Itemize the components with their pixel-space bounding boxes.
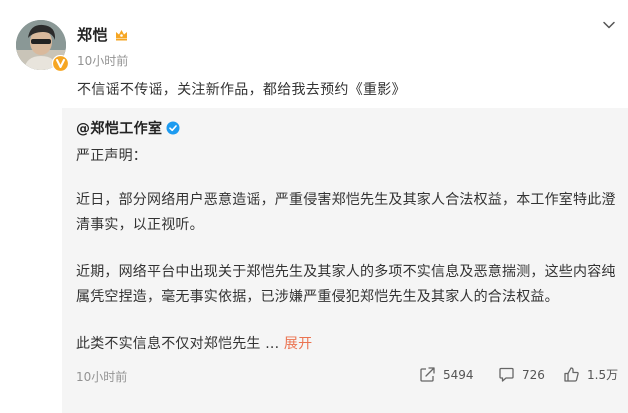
post-text: 不信谣不传谣，关注新作品，都给我去预约《重影》 (77, 82, 406, 98)
avatar[interactable] (16, 20, 69, 72)
author: 郑恺 (77, 24, 129, 45)
statement-paragraph-1-line-1: 近日，部分网络用户恶意造谣，严重侵害郑恺先生及其家人合法权益，本工作室特此澄 (76, 192, 616, 208)
comment-icon (499, 367, 514, 382)
repost-author: @郑恺工作室 (76, 118, 180, 138)
ellipsis: ... (265, 336, 280, 352)
share-icon (420, 367, 435, 382)
weibo-post-card: 郑恺 10小时前 不信谣不传谣，关注新作品，都给我去预约《重影》 @郑恺工作室 … (0, 0, 628, 413)
statement-title: 严正声明： (76, 148, 147, 164)
share-count: 5494 (443, 367, 474, 382)
verified-badge-icon (52, 55, 69, 72)
statement-paragraph-2-line-2: 属凭空捏造，毫无事实依据，已涉嫌严重侵犯郑恺先生及其家人的合法权益。 (76, 289, 559, 305)
chevron-down-icon[interactable] (601, 17, 617, 33)
post-timestamp[interactable]: 10小时前 (77, 52, 128, 69)
comment-button[interactable]: 726 (498, 366, 545, 383)
share-button[interactable]: 5494 (419, 366, 474, 383)
reposted-content[interactable]: @郑恺工作室 严正声明： 近日，部分网络用户恶意造谣，严重侵害郑恺先生及其家人合… (62, 108, 628, 413)
expand-link[interactable]: 展开 (284, 336, 312, 352)
like-button[interactable]: 1.5万 (563, 366, 618, 383)
repost-author-name[interactable]: @郑恺工作室 (76, 118, 162, 138)
crown-icon[interactable] (114, 27, 129, 42)
author-name[interactable]: 郑恺 (77, 24, 108, 45)
statement-paragraph-2-line-1: 近期，网络平台中出现关于郑恺先生及其家人的多项不实信息及恶意揣测，这些内容纯 (76, 264, 616, 280)
repost-timestamp[interactable]: 10小时前 (76, 368, 127, 385)
statement-paragraph-3-text: 此类不实信息不仅对郑恺先生 (76, 336, 261, 352)
like-count: 1.5万 (587, 368, 619, 382)
comment-count: 726 (522, 367, 545, 382)
statement-paragraph-1-line-2: 清事实，以正视听。 (76, 217, 204, 233)
thumbs-up-icon (564, 367, 579, 382)
statement-paragraph-3: 此类不实信息不仅对郑恺先生 ... 展开 (76, 333, 312, 353)
blue-verified-icon (166, 121, 180, 135)
